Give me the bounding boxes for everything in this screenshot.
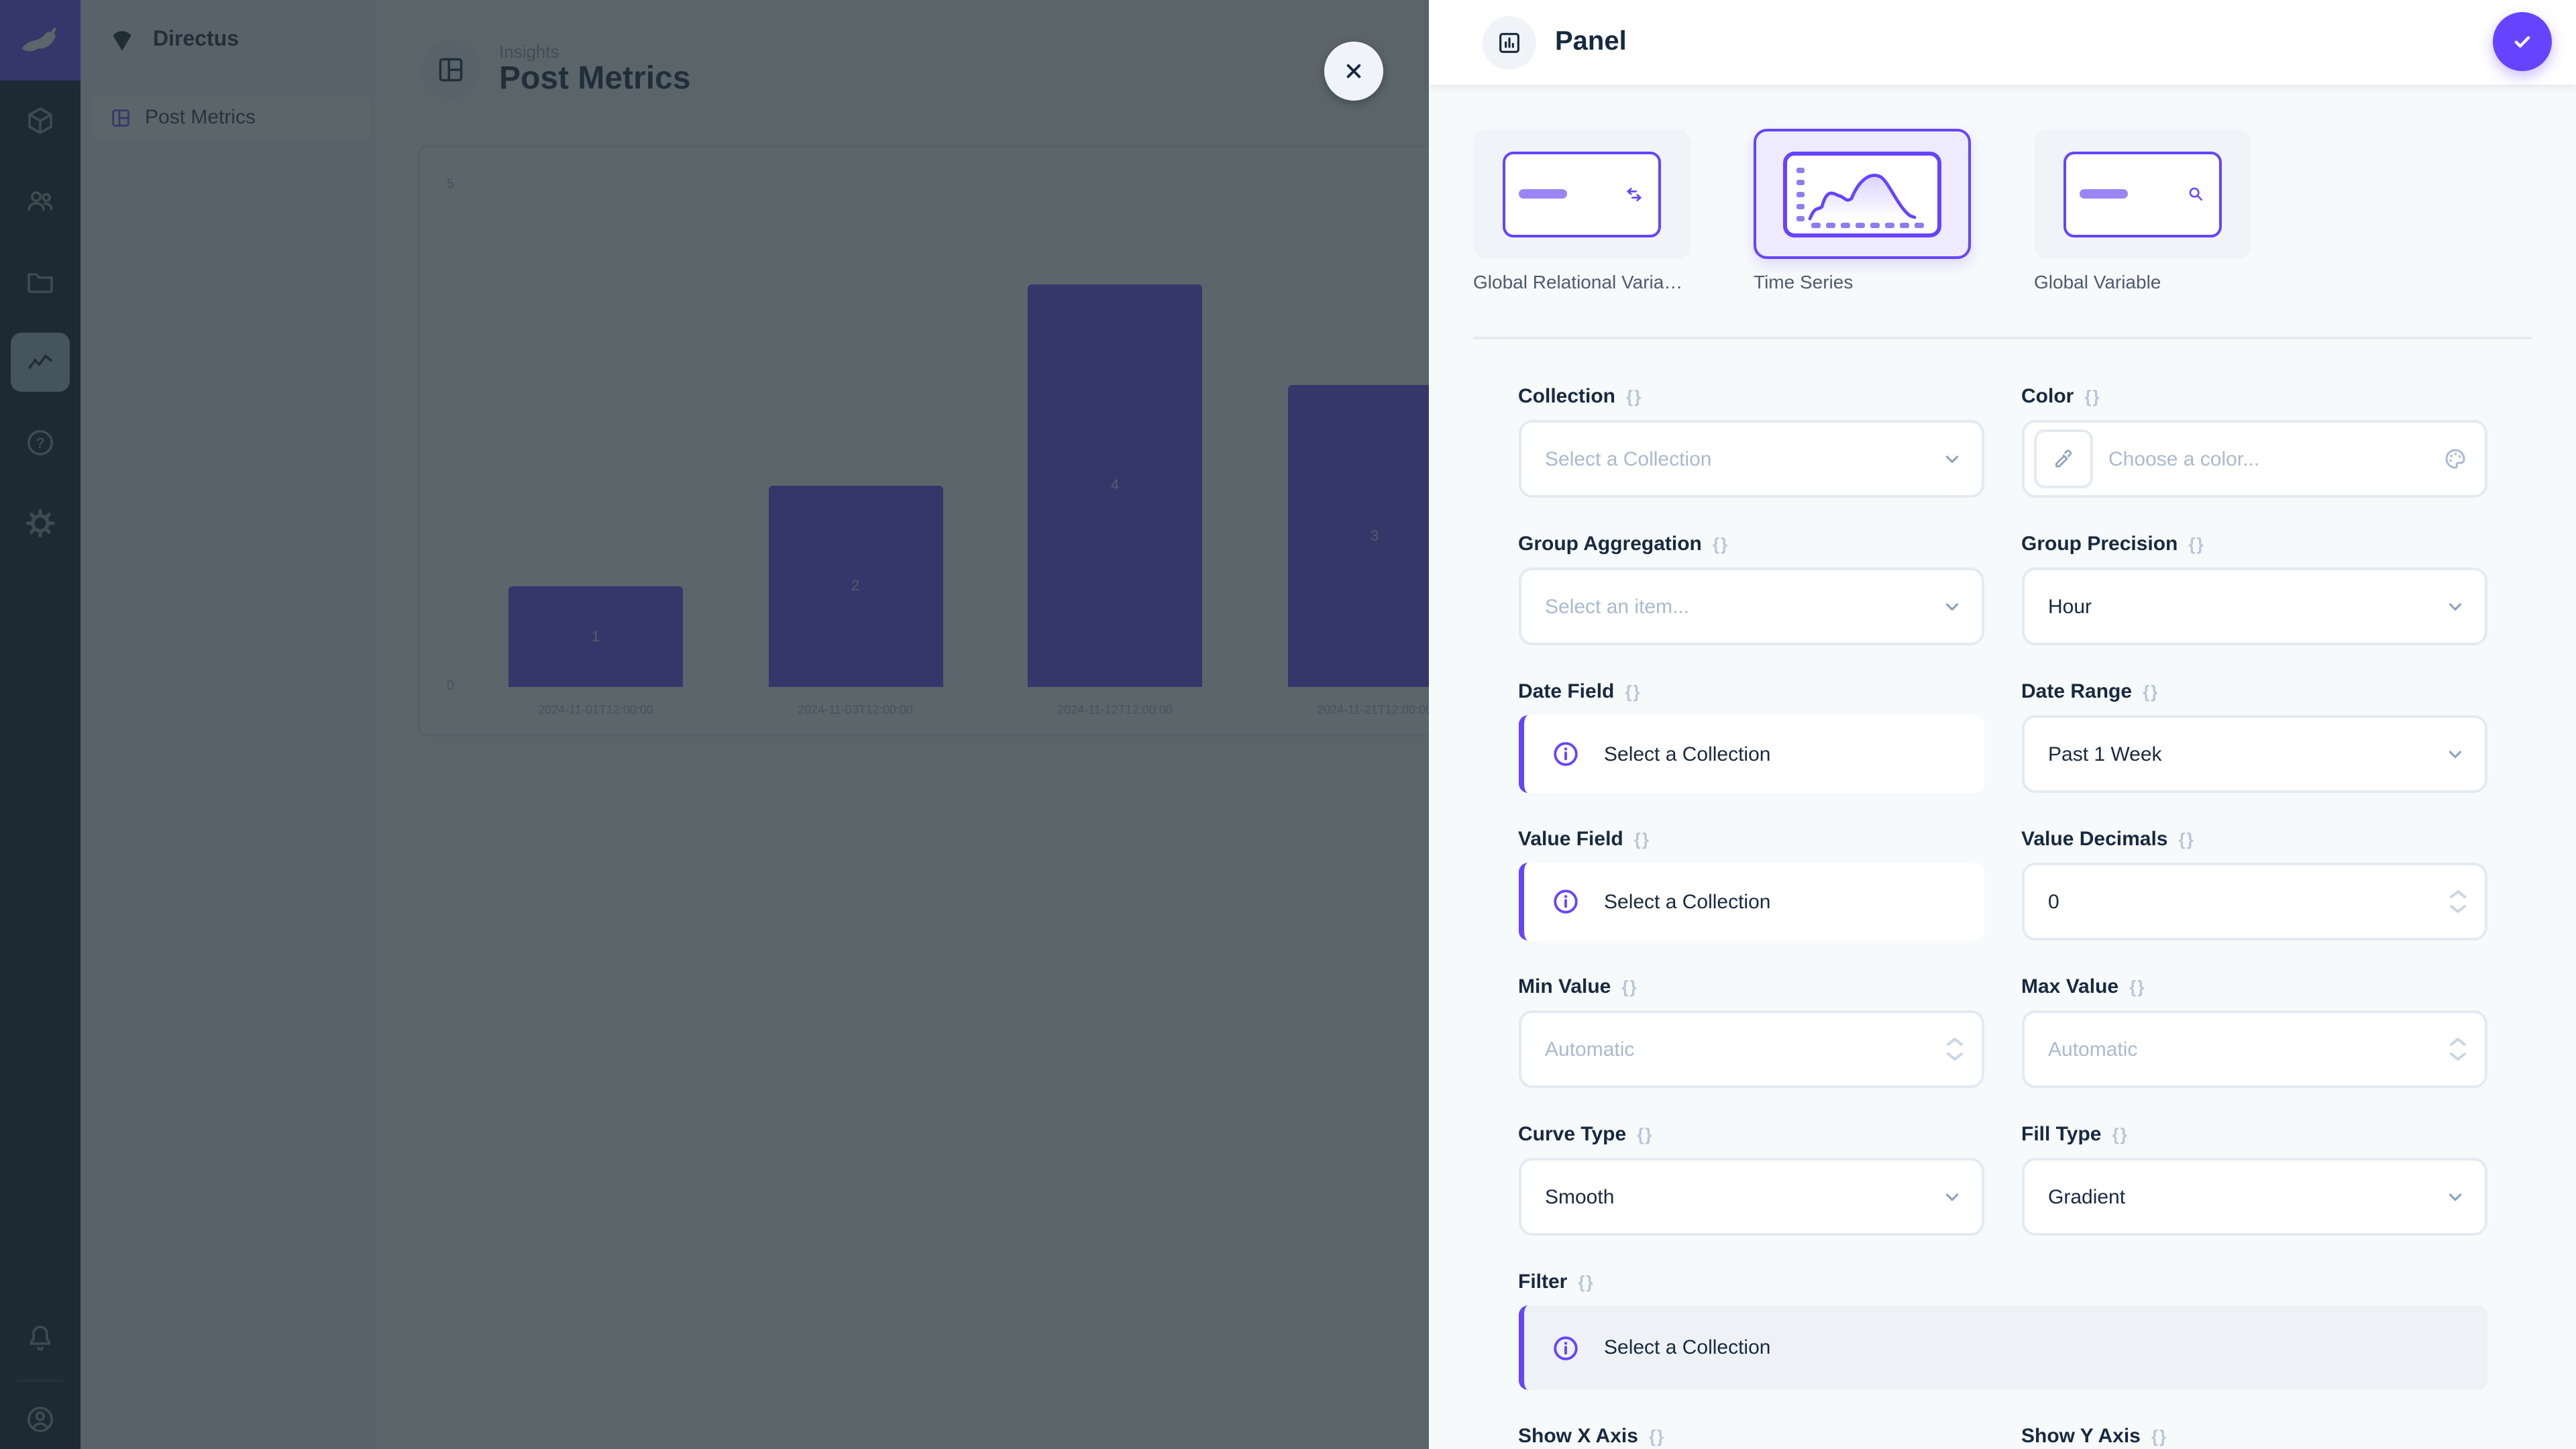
panel-type-time-series[interactable]: Time Series <box>1754 129 1971 292</box>
stepper-down-icon <box>2448 904 2467 914</box>
raw-value-icon[interactable]: {} <box>1578 1271 1594 1291</box>
raw-value-icon[interactable]: {} <box>2151 1426 2167 1446</box>
field-color: Color{} Choose a color... <box>2021 382 2487 498</box>
stepper-up-icon <box>2448 889 2467 900</box>
curve-type-select[interactable]: Smooth <box>1518 1158 1984 1236</box>
stepper-down-icon <box>1945 1051 1964 1062</box>
check-icon <box>2509 28 2536 55</box>
raw-value-icon[interactable]: {} <box>1621 976 1638 996</box>
field-date-field: Date Field{} Select a Collection <box>1518 678 1984 793</box>
group-aggregation-select[interactable]: Select an item... <box>1518 568 1984 645</box>
chevron-down-icon <box>1939 594 1964 619</box>
filter-notice[interactable]: Select a Collection <box>1518 1305 2487 1390</box>
close-drawer-button[interactable] <box>1324 42 1383 101</box>
number-stepper[interactable] <box>1945 1036 1964 1062</box>
field-label: Collection <box>1518 384 1615 407</box>
field-collection: Collection {} Select a Collection <box>1518 382 1984 498</box>
field-show-x-axis: Show X Axis{} <box>1518 1422 1984 1449</box>
chevron-down-icon <box>2443 742 2467 766</box>
stepper-up-icon <box>2448 1036 2467 1047</box>
chevron-down-icon <box>1939 1185 1964 1209</box>
field-filter: Filter{} Select a Collection <box>1518 1268 2487 1390</box>
search-icon <box>2186 184 2206 204</box>
time-series-icon <box>1783 151 1941 237</box>
eyedropper-button[interactable] <box>2033 429 2092 488</box>
max-value-input[interactable]: Automatic <box>2021 1010 2487 1088</box>
field-show-y-axis: Show Y Axis{} <box>2021 1422 2487 1449</box>
field-max-value: Max Value{} Automatic <box>2021 973 2487 1088</box>
raw-value-icon[interactable]: {} <box>2084 386 2100 406</box>
drawer-header: Panel <box>1429 0 2576 85</box>
field-fill-type: Fill Type{} Gradient <box>2021 1120 2487 1236</box>
date-range-select[interactable]: Past 1 Week <box>2021 715 2487 793</box>
raw-value-icon[interactable]: {} <box>2129 976 2145 996</box>
field-curve-type: Curve Type{} Smooth <box>1518 1120 1984 1236</box>
panel-type-selector: Global Relational Varia… <box>1473 129 2532 292</box>
raw-value-icon[interactable]: {} <box>1634 828 1650 849</box>
chevron-down-icon <box>2443 594 2467 619</box>
drawer-title: Panel <box>1555 27 1627 58</box>
panel-type-label: Global Relational Varia… <box>1473 271 1690 292</box>
date-field-notice[interactable]: Select a Collection <box>1518 715 1984 793</box>
field-min-value: Min Value{} Automatic <box>1518 973 1984 1088</box>
panel-type-global-relational-variable[interactable]: Global Relational Varia… <box>1473 129 1690 292</box>
group-precision-select[interactable]: Hour <box>2021 568 2487 645</box>
app: ? Directus Post Metrics Insigh <box>0 0 2576 1449</box>
swap-arrows-icon <box>1623 183 1645 205</box>
panel-options-form: Collection {} Select a Collection Color{}… <box>1518 382 2487 1449</box>
info-icon <box>1550 887 1580 916</box>
raw-value-icon[interactable]: {} <box>2178 828 2194 849</box>
panel-drawer: Panel Global Relational Varia… <box>1429 0 2576 1449</box>
raw-value-icon[interactable]: {} <box>1626 386 1642 406</box>
color-input[interactable]: Choose a color... <box>2021 420 2487 498</box>
raw-value-icon[interactable]: {} <box>2112 1124 2128 1144</box>
info-icon <box>1550 739 1580 769</box>
panel-type-global-variable[interactable]: Global Variable <box>2034 129 2251 292</box>
value-decimals-input[interactable]: 0 <box>2021 863 2487 941</box>
panel-type-label: Global Variable <box>2034 271 2251 292</box>
collection-select[interactable]: Select a Collection <box>1518 420 1984 498</box>
panel-icon-button <box>1483 15 1536 69</box>
eyedropper-icon <box>2051 447 2075 471</box>
field-date-range: Date Range{} Past 1 Week <box>2021 678 2487 793</box>
close-icon <box>1340 58 1367 85</box>
chevron-down-icon <box>2443 1185 2467 1209</box>
min-value-input[interactable]: Automatic <box>1518 1010 1984 1088</box>
raw-value-icon[interactable]: {} <box>1649 1426 1665 1446</box>
section-divider <box>1473 337 2532 339</box>
raw-value-icon[interactable]: {} <box>1713 533 1729 553</box>
stepper-up-icon <box>1945 1036 1964 1047</box>
raw-value-icon[interactable]: {} <box>2188 533 2204 553</box>
bar-chart-icon <box>1496 29 1523 56</box>
field-group-precision: Group Precision{} Hour <box>2021 530 2487 645</box>
raw-value-icon[interactable]: {} <box>2143 681 2159 701</box>
number-stepper[interactable] <box>2448 1036 2467 1062</box>
field-value-decimals: Value Decimals{} 0 <box>2021 825 2487 941</box>
drawer-body: Global Relational Varia… <box>1429 85 2576 1449</box>
fill-type-select[interactable]: Gradient <box>2021 1158 2487 1236</box>
panel-type-label: Time Series <box>1754 271 1971 292</box>
raw-value-icon[interactable]: {} <box>1625 681 1641 701</box>
number-stepper[interactable] <box>2448 889 2467 914</box>
stepper-down-icon <box>2448 1051 2467 1062</box>
value-field-notice[interactable]: Select a Collection <box>1518 863 1984 941</box>
save-button[interactable] <box>2493 12 2552 71</box>
palette-button[interactable] <box>2441 445 2468 472</box>
field-group-aggregation: Group Aggregation{} Select an item... <box>1518 530 1984 645</box>
chevron-down-icon <box>1939 447 1964 471</box>
info-icon <box>1550 1333 1580 1362</box>
palette-icon <box>2441 445 2468 472</box>
field-value-field: Value Field{} Select a Collection <box>1518 825 1984 941</box>
raw-value-icon[interactable]: {} <box>1637 1124 1653 1144</box>
